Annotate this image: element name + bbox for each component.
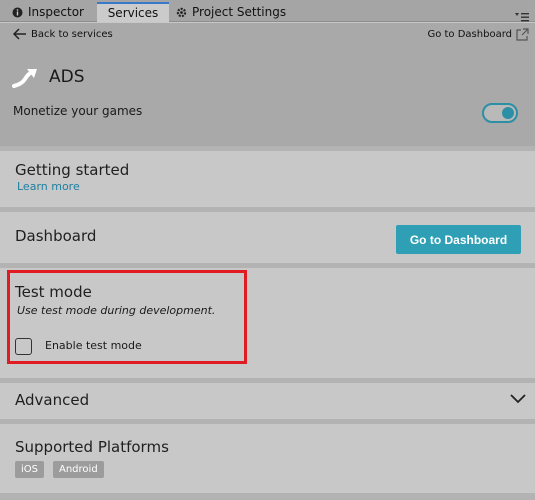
tab-bar: Inspector Services Project Settings [0,0,535,22]
supported-platforms-section: Supported Platforms iOS Android [5,424,535,500]
service-title: ADS [49,67,85,87]
tab-inspector[interactable]: Inspector [12,3,84,22]
service-tagline: Monetize your games [13,104,143,118]
toggle-knob [502,107,514,119]
go-to-dashboard-button[interactable]: Go to Dashboard [396,225,521,254]
ads-arrow-icon [12,69,37,88]
go-to-dashboard-link[interactable]: Go to Dashboard [427,28,529,41]
dashboard-title: Dashboard [15,227,97,245]
chevron-down-icon[interactable] [510,394,526,404]
test-mode-title: Test mode [15,283,92,301]
gear-icon [176,7,187,18]
supported-platforms-title: Supported Platforms [15,438,169,456]
advanced-title: Advanced [15,391,90,409]
dashboard-section: Dashboard Go to Dashboard [5,212,535,263]
tab-menu-icon[interactable] [515,7,529,22]
section-divider [0,493,535,500]
platform-badge-ios: iOS [15,461,44,478]
learn-more-link[interactable]: Learn more [17,180,80,193]
service-header: Back to services Go to Dashboard ADS Mon… [0,23,535,146]
platform-badge-android: Android [53,461,104,478]
external-link-icon [516,28,529,41]
getting-started-title: Getting started [15,161,130,179]
info-icon [12,7,23,18]
service-enable-toggle[interactable] [482,103,518,123]
tab-project-settings[interactable]: Project Settings [176,3,286,22]
tab-project-settings-label: Project Settings [192,5,287,19]
getting-started-section: Getting started Learn more [5,151,535,207]
go-to-dashboard-link-label: Go to Dashboard [427,29,512,40]
tab-services[interactable]: Services [97,2,169,22]
enable-test-mode-label[interactable]: Enable test mode [45,339,142,352]
enable-test-mode-checkbox[interactable] [15,338,32,355]
test-mode-description: Use test mode during development. [17,304,216,317]
tab-inspector-label: Inspector [28,5,84,19]
tab-services-label: Services [107,5,159,20]
advanced-section[interactable]: Advanced [5,383,535,419]
back-arrow-icon [13,28,26,40]
test-mode-section: Test mode Use test mode during developme… [5,268,535,378]
back-label: Back to services [31,28,113,40]
back-to-services-link[interactable]: Back to services [13,28,113,40]
